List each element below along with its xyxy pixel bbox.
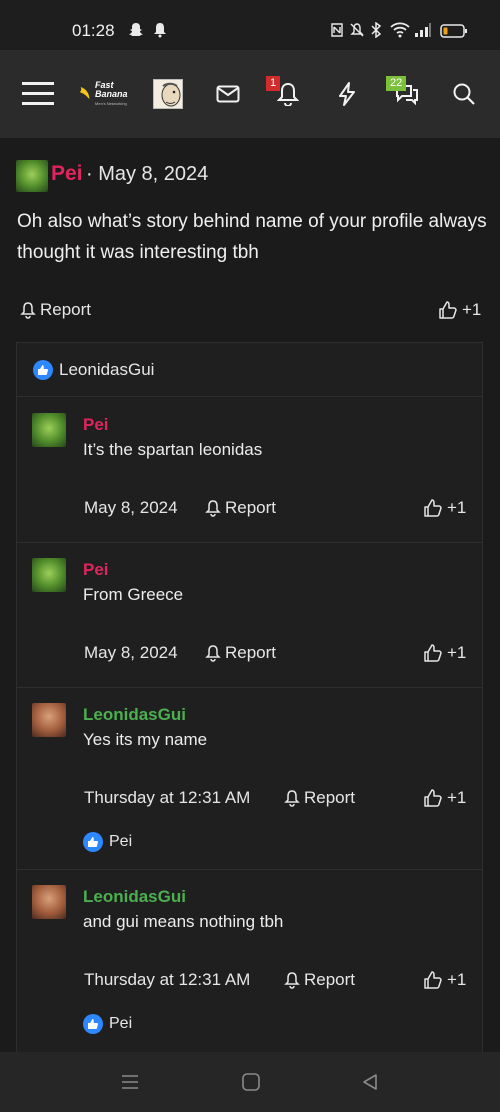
thumbs-up-icon — [424, 644, 442, 662]
report-bell-icon — [205, 500, 221, 517]
reply-author[interactable]: Pei — [83, 560, 109, 580]
reply-avatar[interactable] — [32, 885, 66, 919]
profile-avatar-image — [153, 79, 183, 109]
logo-subtext: Men's Networking — [95, 100, 127, 106]
reply-date[interactable]: Thursday at 12:31 AM — [84, 970, 250, 990]
post-body: Oh also what’s story behind name of your… — [17, 211, 487, 263]
reply-report-label: Report — [225, 498, 277, 517]
snapchat-icon — [128, 22, 144, 41]
like-reaction-icon — [83, 832, 103, 852]
notifications-badge: 1 — [266, 76, 281, 91]
reply-text: Yes its my name — [83, 730, 208, 749]
conversations-button[interactable]: 22 — [386, 74, 422, 114]
signal-icon — [414, 22, 432, 41]
menu-icon[interactable] — [20, 74, 56, 114]
home-icon[interactable] — [241, 1072, 261, 1097]
reply-item: LeonidasGui and gui means nothing tbh Th… — [17, 870, 482, 1063]
post-date[interactable]: · May 8, 2024 — [86, 163, 208, 186]
reply-like-count: +1 — [447, 498, 467, 517]
replies-section: LeonidasGui Pei It’s the spartan leonida… — [16, 342, 483, 1062]
mail-icon[interactable] — [214, 74, 242, 114]
reply-author[interactable]: Pei — [83, 415, 109, 435]
top-nav: Fast Banana Men's Networking 1 22 — [0, 50, 500, 138]
reply-date-text: May 8, 2024 — [84, 498, 178, 517]
wifi-icon — [390, 22, 410, 41]
reply-author[interactable]: LeonidasGui — [83, 887, 186, 907]
like-reaction-icon — [83, 1014, 103, 1034]
status-bar: 01:28 — [0, 0, 500, 50]
mute-icon — [349, 22, 365, 41]
status-time: 01:28 — [72, 21, 115, 40]
reply-date[interactable]: Thursday at 12:31 AM — [84, 788, 250, 808]
lightning-icon[interactable] — [334, 74, 360, 114]
reply-date[interactable]: May 8, 2024 — [84, 643, 178, 663]
reply-report-label: Report — [304, 788, 356, 807]
notifications-button[interactable]: 1 — [266, 74, 302, 114]
reply-text: From Greece — [83, 585, 184, 604]
reply-liked-by-name: Pei — [109, 1015, 133, 1032]
reply-report-label: Report — [304, 970, 356, 989]
reply-date-text: Thursday at 12:31 AM — [84, 788, 251, 807]
conversations-badge: 22 — [386, 76, 407, 91]
banana-icon — [79, 86, 90, 100]
search-icon[interactable] — [450, 74, 478, 114]
reply-text: It’s the spartan leonidas — [83, 440, 263, 459]
reply-like-button[interactable]: +1 — [423, 643, 466, 663]
nfc-icon — [330, 22, 344, 41]
post-report-button[interactable]: Report — [20, 300, 91, 320]
battery-icon — [440, 23, 468, 42]
post-likes-bar[interactable]: LeonidasGui — [17, 343, 482, 397]
reply-report-label: Report — [225, 643, 277, 662]
post-like-count: +1 — [462, 300, 482, 319]
reply-like-button[interactable]: +1 — [423, 498, 466, 518]
reply-author[interactable]: LeonidasGui — [83, 705, 186, 725]
reply-date-text: May 8, 2024 — [84, 643, 178, 662]
like-reaction-icon — [33, 360, 53, 380]
bell-icon — [277, 82, 299, 106]
post-report-label: Report — [40, 300, 92, 319]
report-bell-icon — [20, 302, 36, 319]
thumbs-up-icon — [424, 971, 442, 989]
reply-text: and gui means nothing tbh — [83, 912, 284, 931]
reply-like-count: +1 — [447, 970, 467, 989]
reply-item: Pei It’s the spartan leonidas May 8, 202… — [17, 398, 482, 543]
logo-text: Fast Banana — [95, 79, 128, 99]
post-date-text: May 8, 2024 — [98, 163, 209, 185]
reply-like-count: +1 — [447, 788, 467, 807]
report-bell-icon — [205, 645, 221, 662]
thumbs-up-icon — [424, 789, 442, 807]
thumbs-up-icon — [439, 301, 457, 319]
site-logo[interactable]: Fast Banana Men's Networking — [78, 74, 142, 114]
post-liked-by[interactable]: LeonidasGui — [59, 360, 154, 380]
reply-report-button[interactable]: Report — [205, 498, 276, 518]
reply-date-text: Thursday at 12:31 AM — [84, 970, 251, 989]
reply-avatar[interactable] — [32, 703, 66, 737]
reply-report-button[interactable]: Report — [205, 643, 276, 663]
post-author-name[interactable]: Pei — [51, 162, 83, 186]
bluetooth-icon — [370, 21, 382, 41]
reply-like-button[interactable]: +1 — [423, 788, 466, 808]
reply-liked-by[interactable]: Pei — [83, 832, 132, 852]
system-nav-bar — [0, 1052, 500, 1112]
report-bell-icon — [284, 790, 300, 807]
profile-avatar[interactable] — [152, 74, 184, 114]
reply-like-count: +1 — [447, 643, 467, 662]
recent-apps-icon[interactable] — [120, 1072, 140, 1097]
post-like-button[interactable]: +1 — [438, 300, 481, 320]
reply-liked-by-name: Pei — [109, 833, 133, 850]
post-author-avatar[interactable] — [16, 160, 48, 192]
reply-date[interactable]: May 8, 2024 — [84, 498, 178, 518]
report-bell-icon — [284, 972, 300, 989]
reply-item: LeonidasGui Yes its my name Thursday at … — [17, 688, 482, 870]
reply-liked-by[interactable]: Pei — [83, 1014, 132, 1034]
reply-avatar[interactable] — [32, 558, 66, 592]
reply-item: Pei From Greece May 8, 2024 Report +1 — [17, 543, 482, 688]
reply-report-button[interactable]: Report — [284, 788, 355, 808]
bell-status-icon — [153, 22, 167, 41]
back-icon[interactable] — [360, 1072, 380, 1097]
reply-avatar[interactable] — [32, 413, 66, 447]
reply-report-button[interactable]: Report — [284, 970, 355, 990]
thumbs-up-icon — [424, 499, 442, 517]
reply-like-button[interactable]: +1 — [423, 970, 466, 990]
